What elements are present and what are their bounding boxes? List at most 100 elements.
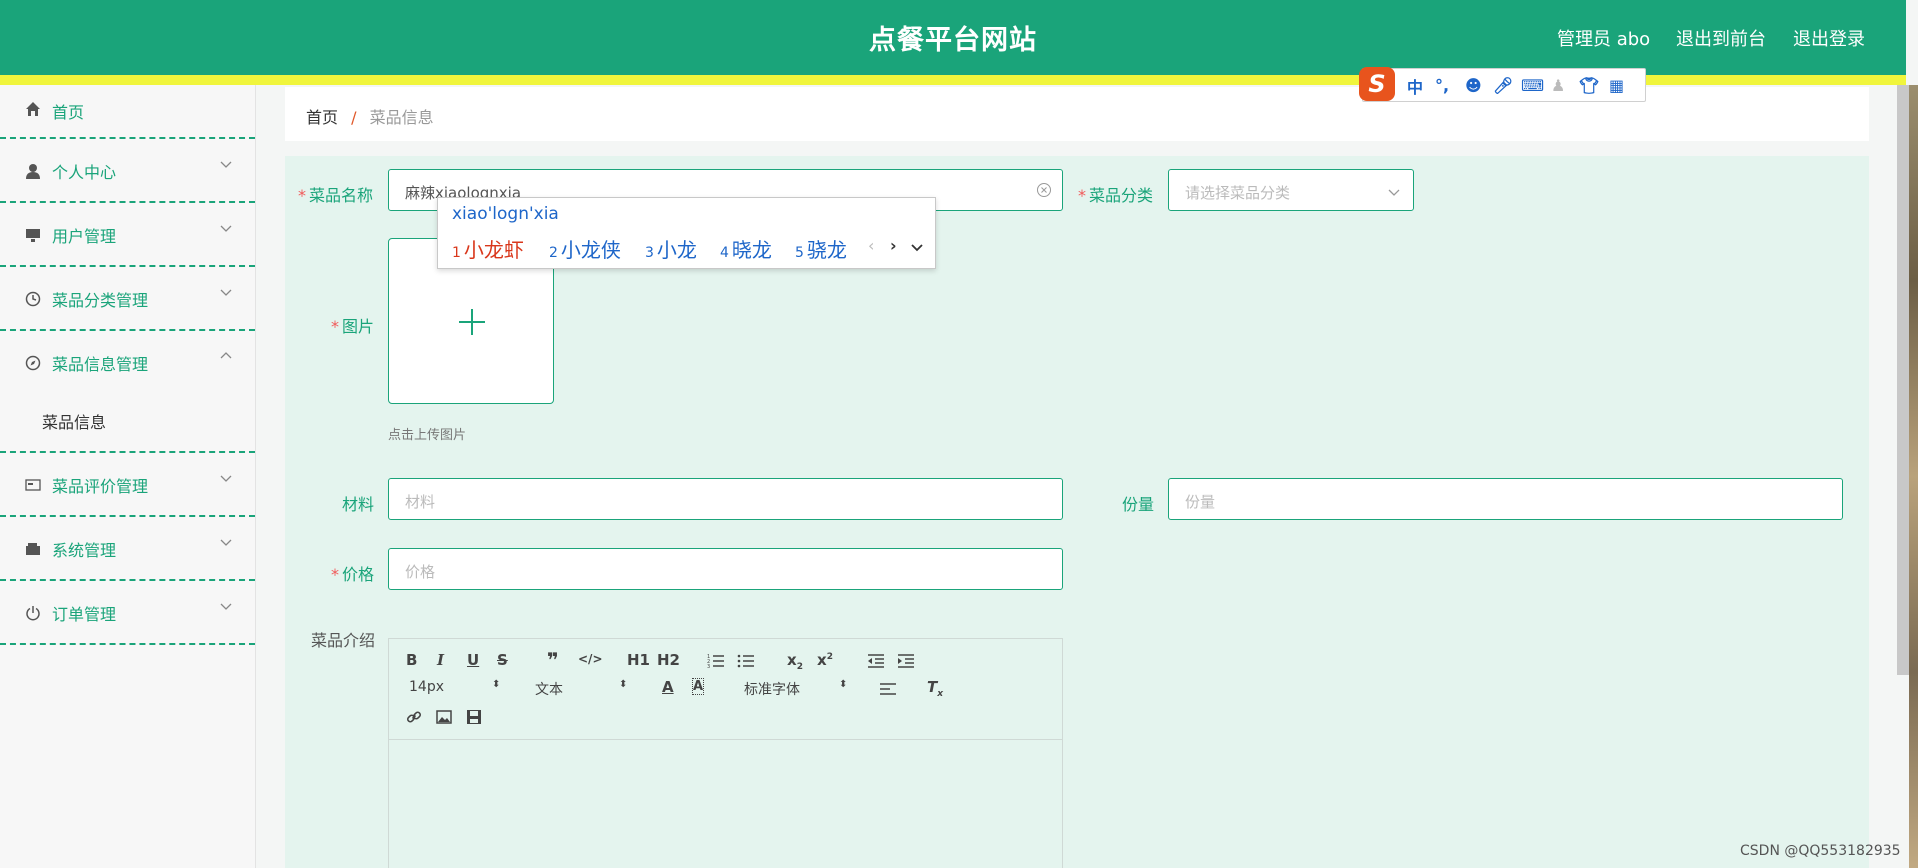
- sidebar-subitem-dish-info[interactable]: 菜品信息: [42, 409, 106, 433]
- ime-candidate[interactable]: 5 骁龙: [795, 234, 847, 263]
- bullet-list-icon[interactable]: [737, 653, 755, 669]
- wallet-icon: [26, 543, 40, 555]
- dish-name-label: * 菜品名称: [298, 186, 374, 205]
- font-size-select[interactable]: 14px: [409, 679, 444, 695]
- intro-label: 菜品介绍: [311, 631, 376, 650]
- toolbox-icon[interactable]: ▦: [1609, 76, 1624, 95]
- updown-icon: ⬍: [839, 679, 848, 690]
- monitor-icon: [26, 229, 40, 242]
- sidebar-item-label: 首页: [52, 103, 85, 122]
- sidebar-item-dish-info[interactable]: 菜品信息管理 菜品信息: [0, 331, 255, 453]
- plus-icon: [459, 309, 485, 335]
- indent-icon[interactable]: [897, 653, 915, 669]
- updown-icon: ⬍: [619, 679, 628, 690]
- punctuation-icon[interactable]: °,: [1435, 76, 1449, 95]
- image-label: * 图片: [331, 317, 375, 336]
- logout-link[interactable]: 退出登录: [1793, 25, 1865, 51]
- breadcrumb-home[interactable]: 首页: [306, 108, 338, 127]
- breadcrumb-trail: 首页 / 菜品信息: [306, 104, 434, 128]
- dish-category-placeholder: 请选择菜品分类: [1185, 184, 1291, 202]
- text-style-select[interactable]: 文本: [535, 679, 563, 699]
- svg-text:3: 3: [707, 664, 710, 669]
- sidebar-item-label: 菜品分类管理: [52, 291, 149, 310]
- background-color-icon[interactable]: A: [692, 678, 705, 695]
- sidebar-item-system[interactable]: 系统管理: [0, 517, 255, 581]
- sidebar-item-label: 菜品信息管理: [52, 355, 149, 374]
- chevron-down-icon: [220, 539, 232, 546]
- chevron-down-icon: [220, 161, 232, 168]
- align-icon[interactable]: [879, 682, 897, 696]
- ime-candidate-window: xiao'logn'xia 1 小龙虾 2 小龙侠 3 小龙 4 晓龙 5 骁龙 ‹ ›: [437, 197, 936, 269]
- portion-input[interactable]: 份量: [1168, 478, 1843, 520]
- dish-category-select[interactable]: 请选择菜品分类: [1168, 169, 1414, 211]
- sogou-logo-icon[interactable]: S: [1359, 67, 1395, 101]
- image-icon[interactable]: [436, 709, 452, 725]
- chevron-down-icon: [220, 289, 232, 296]
- outdent-icon[interactable]: [867, 653, 885, 669]
- rich-text-editor: B I U S ❞ </> H1 H2 123 x2 x2 14px ⬍ 文本 …: [388, 638, 1063, 868]
- dish-category-label: * 菜品分类: [1078, 186, 1154, 205]
- sidebar-item-label: 系统管理: [52, 541, 117, 560]
- video-icon[interactable]: [466, 709, 482, 725]
- font-family-select[interactable]: 标准字体: [744, 679, 800, 699]
- sidebar: 首页 个人中心 用户管理 菜品分类管理 菜品信息管理 菜品信息 菜品评价管理 系…: [0, 85, 256, 868]
- emoji-icon[interactable]: ☻: [1465, 76, 1482, 95]
- blockquote-icon[interactable]: ❞: [547, 648, 559, 672]
- ime-pinyin: xiao'logn'xia: [452, 204, 559, 224]
- microphone-icon[interactable]: 🎤︎: [1493, 76, 1513, 95]
- heading-1-icon[interactable]: H1: [627, 651, 650, 669]
- sidebar-item-users[interactable]: 用户管理: [0, 203, 255, 267]
- keyboard-icon[interactable]: ⌨: [1521, 76, 1544, 95]
- updown-icon: ⬍: [492, 679, 501, 690]
- clear-format-icon[interactable]: Tx: [927, 678, 943, 699]
- compass-icon: [25, 355, 41, 371]
- background-edge: [1909, 85, 1918, 868]
- sidebar-item-label: 个人中心: [52, 163, 117, 182]
- chevron-down-icon: [220, 225, 232, 232]
- chevron-down-icon: [220, 603, 232, 610]
- price-input[interactable]: 价格: [388, 548, 1063, 590]
- sidebar-item-label: 用户管理: [52, 227, 117, 246]
- italic-icon[interactable]: I: [437, 651, 444, 669]
- portion-label: 份量: [1122, 495, 1155, 514]
- home-icon: [26, 102, 40, 116]
- chevron-left-icon[interactable]: ‹: [868, 236, 874, 255]
- underline-icon[interactable]: U: [467, 651, 479, 669]
- expand-candidates-icon[interactable]: [910, 240, 924, 254]
- clear-icon[interactable]: [1036, 182, 1052, 198]
- heading-2-icon[interactable]: H2: [657, 651, 680, 669]
- material-input[interactable]: 材料: [388, 478, 1063, 520]
- skin-icon[interactable]: 👕︎: [1579, 76, 1599, 95]
- sidebar-item-orders[interactable]: 订单管理: [0, 581, 255, 645]
- sidebar-item-dish-category[interactable]: 菜品分类管理: [0, 267, 255, 331]
- power-icon: [26, 606, 40, 621]
- bold-icon[interactable]: B: [406, 651, 417, 669]
- ime-candidate[interactable]: 3 小龙: [645, 234, 697, 263]
- sidebar-item-label: 订单管理: [52, 605, 117, 624]
- sidebar-item-personal[interactable]: 个人中心: [0, 139, 255, 203]
- price-label: * 价格: [331, 565, 375, 584]
- page-scrollbar[interactable]: [1897, 85, 1909, 675]
- ime-candidate[interactable]: 1 小龙虾: [452, 234, 524, 263]
- price-placeholder: 价格: [405, 563, 436, 581]
- ime-candidate[interactable]: 4 晓龙: [720, 234, 772, 263]
- sidebar-item-dish-review[interactable]: 菜品评价管理: [0, 453, 255, 517]
- card-icon: [25, 479, 41, 491]
- ordered-list-icon[interactable]: 123: [707, 653, 725, 669]
- ime-mode[interactable]: 中: [1407, 74, 1423, 98]
- link-icon[interactable]: [406, 709, 422, 725]
- superscript-icon[interactable]: x2: [817, 651, 833, 669]
- strikethrough-icon[interactable]: S: [497, 651, 508, 669]
- font-color-icon[interactable]: A: [662, 678, 674, 696]
- account-icon[interactable]: ♟: [1551, 76, 1565, 95]
- upload-tip: 点击上传图片: [388, 428, 467, 443]
- breadcrumb-current: 菜品信息: [369, 108, 434, 127]
- exit-to-front-link[interactable]: 退出到前台: [1676, 25, 1766, 51]
- sidebar-item-home[interactable]: 首页: [0, 85, 255, 139]
- material-placeholder: 材料: [405, 493, 436, 511]
- chevron-right-icon[interactable]: ›: [890, 236, 897, 255]
- code-block-icon[interactable]: </>: [578, 652, 603, 666]
- subscript-icon[interactable]: x2: [787, 651, 803, 672]
- ime-candidate[interactable]: 2 小龙侠: [549, 234, 621, 263]
- breadcrumb-separator: /: [351, 108, 357, 127]
